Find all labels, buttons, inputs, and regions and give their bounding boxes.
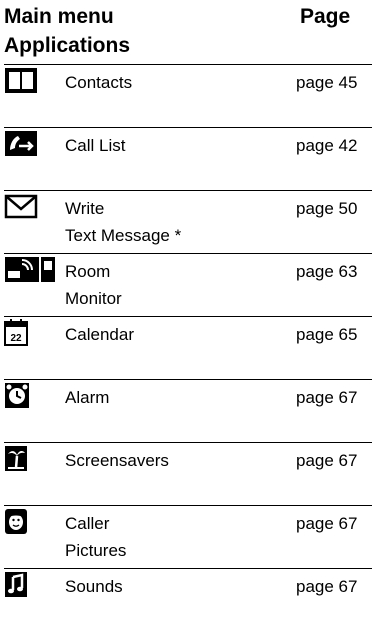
table-row-contacts: Contacts page 45 <box>4 65 372 128</box>
music-note-icon <box>4 571 40 598</box>
section-title: Main menu Applications <box>4 2 130 60</box>
row-label-2: Monitor <box>65 289 122 308</box>
page-reference: page 50 <box>296 199 358 218</box>
room-monitor-icon <box>4 256 56 283</box>
page-reference: page 63 <box>296 262 358 281</box>
calendar-day: 22 <box>10 333 22 344</box>
table-row-room-monitor: Room Monitor page 63 <box>4 254 372 317</box>
table-row-caller-pictures: Caller Pictures page 67 <box>4 506 372 569</box>
page-column-header: Page <box>300 5 351 28</box>
contacts-book-icon <box>4 67 40 94</box>
row-label-2: Text Message * <box>65 226 182 245</box>
page-reference: page 67 <box>296 514 358 533</box>
table-row-text-message: Write Text Message * page 50 <box>4 191 372 254</box>
row-label: Call List <box>65 136 126 155</box>
envelope-icon <box>4 193 40 220</box>
calendar-icon: 22 <box>4 319 40 346</box>
table-row-sounds: Sounds page 67 <box>4 569 372 631</box>
row-label: Calendar <box>65 325 134 344</box>
row-label: Caller <box>65 514 110 533</box>
table-row-calendar: 22 Calendar page 65 <box>4 317 372 380</box>
title-main-menu: Main menu <box>4 5 114 28</box>
row-label: Alarm <box>65 388 110 407</box>
table-row-alarm: Alarm page 67 <box>4 380 372 443</box>
page-reference: page 45 <box>296 73 358 92</box>
page-reference: page 67 <box>296 577 358 596</box>
row-label-2: Pictures <box>65 541 127 560</box>
alarm-clock-icon <box>4 382 40 409</box>
title-applications: Applications <box>4 34 131 57</box>
page-reference: page 65 <box>296 325 358 344</box>
call-list-icon <box>4 130 40 157</box>
page-reference: page 67 <box>296 388 358 407</box>
row-label: Room <box>65 262 111 281</box>
table-row-call-list: Call List page 42 <box>4 128 372 191</box>
page-reference: page 42 <box>296 136 358 155</box>
row-label: Sounds <box>65 577 123 596</box>
applications-table: Contacts page 45 Call List page 42 Write… <box>4 64 372 631</box>
row-label: Write <box>65 199 105 218</box>
caller-face-icon <box>4 508 40 535</box>
row-label: Contacts <box>65 73 133 92</box>
row-label: Screensavers <box>65 451 169 470</box>
table-row-screensavers: Screensavers page 67 <box>4 443 372 506</box>
palm-tree-icon <box>4 445 40 472</box>
page-reference: page 67 <box>296 451 358 470</box>
